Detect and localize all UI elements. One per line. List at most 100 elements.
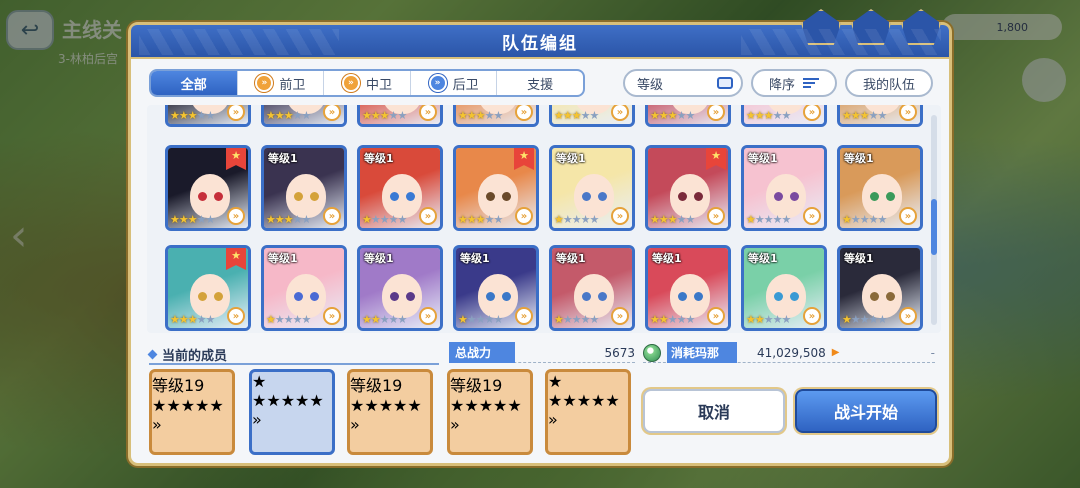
character-card[interactable]: ★★★★★» <box>165 105 251 127</box>
character-card[interactable]: ★ ★★★★★» <box>453 145 539 231</box>
character-level: 等级1 <box>460 252 490 265</box>
character-eye <box>886 192 895 201</box>
character-level: 等级1 <box>844 252 874 265</box>
role-arrow-icon: » <box>611 307 629 325</box>
header-decoration <box>801 9 941 45</box>
sort-level-button[interactable]: 等级 <box>623 69 743 97</box>
tab-label: 支援 <box>527 77 554 93</box>
character-face <box>574 174 614 218</box>
member-card[interactable]: 等级19 ★★★★★» <box>447 369 533 455</box>
member-card[interactable]: ★ ★★★★★» <box>545 369 631 455</box>
character-eye <box>598 192 607 201</box>
mana-cost-label: 消耗玛那 <box>667 342 738 363</box>
rarity-stars: ★★★★★ <box>170 213 215 226</box>
character-card[interactable]: ★★★★★» <box>357 105 443 127</box>
rarity-stars: ★★★★★ <box>458 313 503 326</box>
rarity-stars: ★★★★★ <box>554 109 599 122</box>
star-ornament-icon <box>901 9 941 45</box>
character-eye <box>406 192 415 201</box>
character-card[interactable]: ★ ★★★★★» <box>645 145 731 231</box>
character-card[interactable]: 等级1 ★★★★★ » <box>357 245 443 331</box>
role-arrow-icon: » <box>803 307 821 325</box>
rarity-stars: ★★★★★ <box>746 109 791 122</box>
character-eye <box>390 192 399 201</box>
member-card[interactable]: 等级19 ★★★★★» <box>347 369 433 455</box>
character-card[interactable]: ★★★★★» <box>549 105 635 127</box>
character-card[interactable]: 等级1 ★★★★★ » <box>549 145 635 231</box>
mana-cost-extra: - <box>930 345 935 360</box>
character-card[interactable]: ★★★★★» <box>741 105 827 127</box>
character-card[interactable]: 等级1 ★★★★★ » <box>645 245 731 331</box>
character-level: 等级1 <box>556 252 586 265</box>
rarity-stars: ★★★★★ <box>458 213 503 226</box>
rarity-stars: ★★★★★ <box>842 109 887 122</box>
character-card[interactable]: 等级1 ★★★★★ » <box>357 145 443 231</box>
character-level: 等级1 <box>364 252 394 265</box>
character-face <box>478 174 518 218</box>
character-card[interactable]: 等级1 ★★★★★ » <box>261 245 347 331</box>
character-card[interactable]: 等级1 ★★★★★ » <box>837 245 923 331</box>
total-power-value: 5673 <box>604 345 635 360</box>
character-level: 等级1 <box>844 152 874 165</box>
character-eye <box>790 192 799 201</box>
star-ornament-icon <box>801 9 841 45</box>
sort-order-button[interactable]: 降序 <box>751 69 837 97</box>
character-card[interactable]: ★★★★★» <box>837 105 923 127</box>
character-card[interactable]: 等级1 ★★★★★ » <box>741 145 827 231</box>
member-card[interactable]: 等级19 ★★★★★» <box>149 369 235 455</box>
character-card[interactable]: ★★★★★» <box>645 105 731 127</box>
character-eye <box>486 292 495 301</box>
role-arrow-icon: » <box>803 207 821 225</box>
diamond-bullet-icon <box>147 349 158 359</box>
character-face <box>574 274 614 318</box>
rarity-stars: ★★★★★ <box>650 213 695 226</box>
character-level: 等级19 <box>450 376 503 395</box>
grid-scrollbar-thumb[interactable] <box>931 199 937 255</box>
rarity-stars: ★★★★★ <box>842 213 887 226</box>
tab-all[interactable]: 全部 <box>151 71 238 95</box>
current-members-label: 当前的成员 <box>162 348 228 364</box>
character-card[interactable]: ★ ★★★★★» <box>165 245 251 331</box>
tab-back[interactable]: » 后卫 <box>411 71 498 95</box>
character-face <box>670 174 710 218</box>
role-arrow-icon: » <box>548 410 558 429</box>
total-power-label: 总战力 <box>449 342 516 363</box>
mana-cost: 消耗玛那 41,029,508 ▶ - <box>643 342 935 363</box>
tab-label: 后卫 <box>452 77 479 93</box>
character-card[interactable]: ★★★★★» <box>261 105 347 127</box>
role-arrow-icon: » <box>323 207 341 225</box>
member-card[interactable]: ★ ★★★★★» <box>249 369 335 455</box>
character-card[interactable]: 等级1 ★★★★★ » <box>549 245 635 331</box>
cancel-button[interactable]: 取消 <box>643 389 785 433</box>
rarity-stars: ★★★★★ <box>266 313 311 326</box>
character-card[interactable]: 等级1 ★★★★★ » <box>741 245 827 331</box>
tab-label: 全部 <box>180 77 207 93</box>
character-face <box>286 174 326 218</box>
role-arrow-icon: » <box>252 410 262 429</box>
character-card[interactable]: ★★★★★» <box>453 105 539 127</box>
role-arrow-icon: » <box>419 307 437 325</box>
rarity-stars: ★★★★★ <box>554 313 599 326</box>
start-battle-button[interactable]: 战斗开始 <box>795 389 937 433</box>
character-level: 等级1 <box>748 152 778 165</box>
character-eye <box>694 192 703 201</box>
team-formation-dialog: 队伍编组 全部 » 前卫 » 中卫 » 后卫 支援 等级 降序 我的队伍 ★★★… <box>128 9 952 466</box>
character-card[interactable]: 等级1 ★★★★★ » <box>261 145 347 231</box>
character-eye <box>694 292 703 301</box>
rarity-stars: ★★★★★ <box>170 313 215 326</box>
character-eye <box>678 292 687 301</box>
character-card[interactable]: 等级1 ★★★★★ » <box>453 245 539 331</box>
rarity-stars: ★★★★★ <box>746 313 791 326</box>
tab-middle[interactable]: » 中卫 <box>324 71 411 95</box>
character-eye <box>214 292 223 301</box>
tab-support[interactable]: 支援 <box>497 71 583 95</box>
rarity-stars: ★★★★★ <box>252 391 324 410</box>
character-grid[interactable]: ★★★★★» ★★★★★» ★★★★★» ★★★★★» ★★★★★» ★★★★★» ★★★★… <box>147 105 941 333</box>
character-eye <box>310 292 319 301</box>
character-card[interactable]: 等级1 ★★★★★ » <box>837 145 923 231</box>
grid-scrollbar[interactable] <box>931 115 937 325</box>
tab-front[interactable]: » 前卫 <box>238 71 325 95</box>
role-arrow-icon: » <box>450 415 460 434</box>
character-card[interactable]: ★ ★★★★★» <box>165 145 251 231</box>
my-team-button[interactable]: 我的队伍 <box>845 69 933 97</box>
